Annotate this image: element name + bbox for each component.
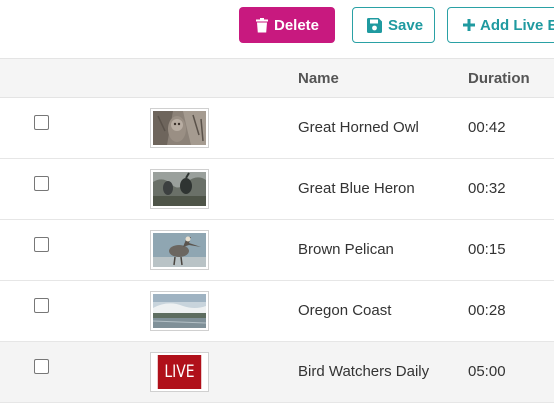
coast-thumbnail[interactable] (150, 291, 209, 331)
add-live-event-button[interactable]: Add Live Ev (447, 7, 554, 43)
row-checkbox[interactable] (34, 115, 49, 130)
table-row[interactable]: Oregon Coast 00:28 (0, 281, 554, 342)
row-name: Great Blue Heron (298, 180, 415, 197)
row-name: Oregon Coast (298, 302, 392, 319)
row-checkbox[interactable] (34, 176, 49, 191)
plus-icon (463, 19, 475, 31)
floppy-disk-icon (367, 17, 382, 33)
table-row[interactable]: Brown Pelican 00:15 (0, 220, 554, 281)
pelican-thumbnail[interactable] (150, 230, 209, 270)
heron-thumbnail[interactable] (150, 169, 209, 209)
row-name: Great Horned Owl (298, 119, 419, 136)
save-button[interactable]: Save (352, 7, 435, 43)
column-header-duration[interactable]: Duration (468, 70, 530, 87)
delete-button[interactable]: Delete (239, 7, 335, 43)
row-checkbox[interactable] (34, 359, 49, 374)
toolbar: Delete Save Add Live Ev (0, 0, 554, 58)
table-header: Name Duration (0, 58, 554, 98)
row-name: Brown Pelican (298, 241, 394, 258)
row-checkbox[interactable] (34, 237, 49, 252)
delete-label: Delete (274, 16, 320, 34)
add-live-event-label: Add Live Ev (480, 16, 554, 34)
row-name: Bird Watchers Daily (298, 363, 430, 380)
row-duration: 00:42 (468, 119, 506, 136)
row-duration: 00:28 (468, 302, 506, 319)
save-label: Save (388, 16, 424, 34)
row-duration: 00:15 (468, 241, 506, 258)
table-row[interactable]: LIVE Bird Watchers Daily 05:00 (0, 342, 554, 403)
row-checkbox[interactable] (34, 298, 49, 313)
live-badge-label: LIVE (157, 355, 202, 389)
table-row[interactable]: Great Horned Owl 00:42 (0, 98, 554, 159)
table-row[interactable]: Great Blue Heron 00:32 (0, 159, 554, 220)
trash-icon (256, 17, 268, 33)
live-badge[interactable]: LIVE (150, 352, 209, 392)
row-duration: 00:32 (468, 180, 506, 197)
owl-thumbnail[interactable] (150, 108, 209, 148)
row-duration: 05:00 (468, 363, 506, 380)
column-header-name[interactable]: Name (298, 70, 339, 87)
